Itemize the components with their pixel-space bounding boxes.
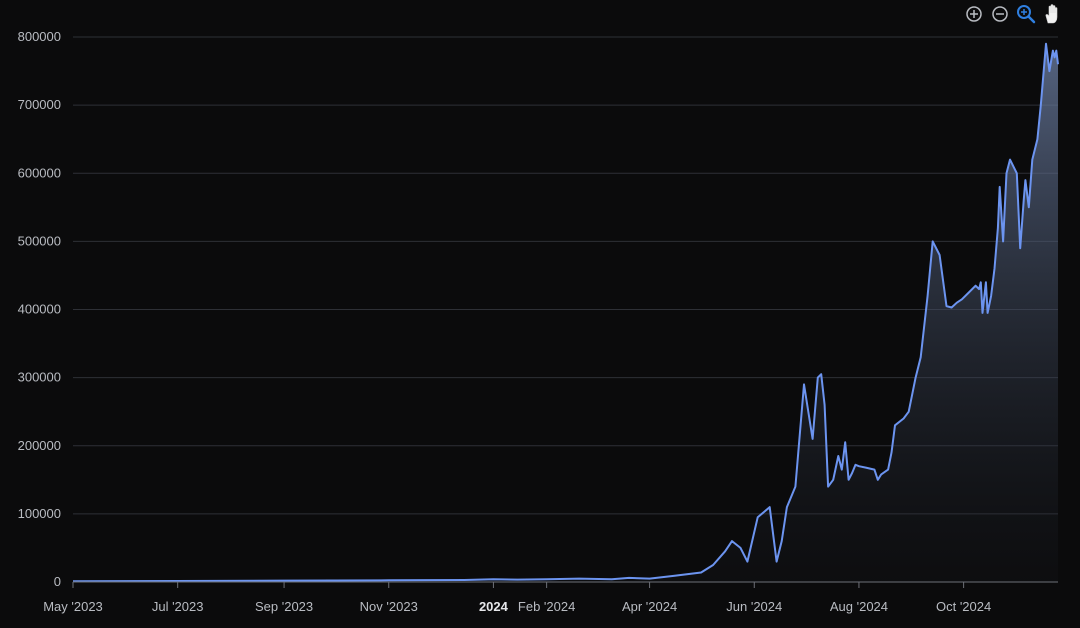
zoom-select-button[interactable] bbox=[1016, 4, 1036, 24]
x-tick-label: 2024 bbox=[479, 599, 509, 614]
x-axis: May '2023 Jul '2023 Sep '2023 Nov '2023 2024… bbox=[43, 581, 1058, 614]
zoom-out-button[interactable] bbox=[990, 4, 1010, 24]
zoom-out-icon bbox=[992, 6, 1008, 22]
y-tick-label: 0 bbox=[54, 574, 61, 589]
zoom-select-icon bbox=[1017, 5, 1036, 24]
y-tick-label: 100000 bbox=[18, 506, 61, 521]
y-tick-label: 600000 bbox=[18, 165, 61, 180]
pan-button[interactable] bbox=[1042, 4, 1062, 24]
x-tick-label: Feb '2024 bbox=[518, 599, 575, 614]
y-tick-label: 300000 bbox=[18, 370, 61, 385]
plot-area bbox=[72, 42, 1059, 583]
pan-hand-icon bbox=[1045, 4, 1058, 24]
y-tick-label: 400000 bbox=[18, 302, 61, 317]
x-tick-label: Jun '2024 bbox=[726, 599, 782, 614]
y-tick-label: 200000 bbox=[18, 438, 61, 453]
zoom-in-button[interactable] bbox=[964, 4, 984, 24]
x-tick-label: Oct '2024 bbox=[936, 599, 991, 614]
x-tick-label: Apr '2024 bbox=[622, 599, 677, 614]
series-area bbox=[73, 43, 1058, 583]
x-tick-label: Aug '2024 bbox=[830, 599, 888, 614]
y-tick-label: 800000 bbox=[18, 29, 61, 44]
x-tick-label: Nov '2023 bbox=[360, 599, 418, 614]
x-tick-label: Sep '2023 bbox=[255, 599, 313, 614]
line-area-chart: 0 100000 200000 300000 400000 500000 600000 700… bbox=[18, 29, 1059, 614]
y-tick-label: 500000 bbox=[18, 233, 61, 248]
zoom-in-icon bbox=[966, 6, 982, 22]
x-tick-label: Jul '2023 bbox=[152, 599, 204, 614]
chart-toolbar bbox=[964, 4, 1062, 24]
x-tick-label: May '2023 bbox=[43, 599, 103, 614]
y-tick-label: 700000 bbox=[18, 97, 61, 112]
y-axis: 0 100000 200000 300000 400000 500000 600000 700… bbox=[18, 29, 61, 589]
